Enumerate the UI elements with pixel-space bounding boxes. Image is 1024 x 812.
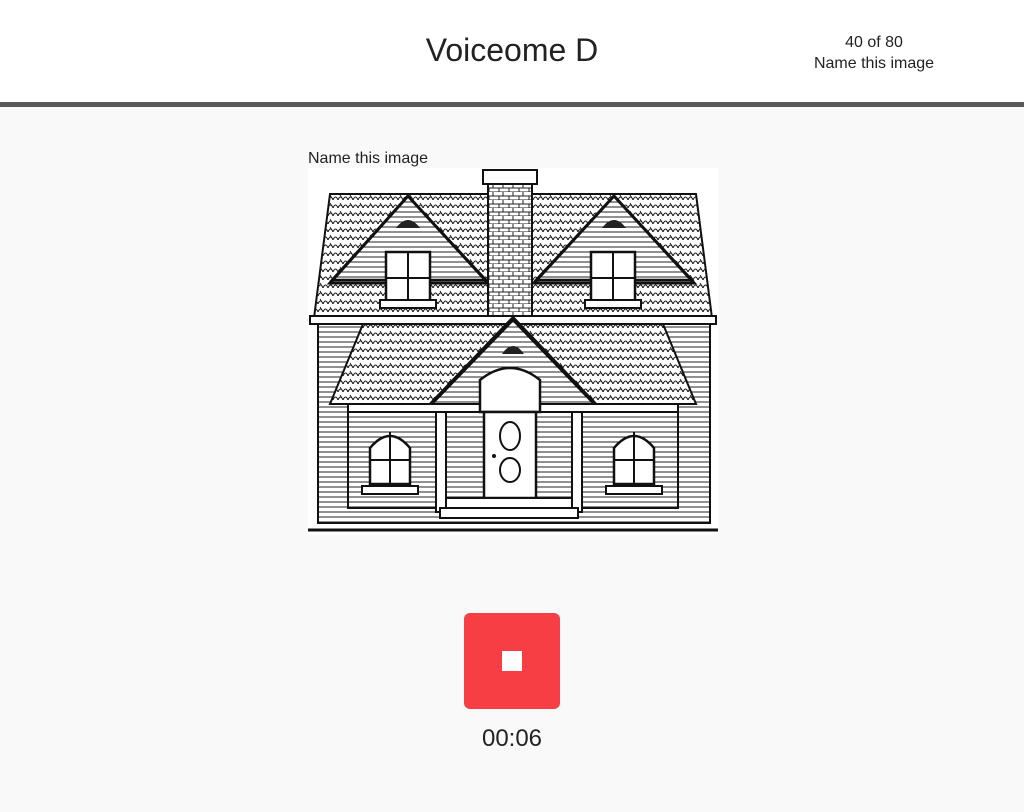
stop-recording-button[interactable] bbox=[464, 613, 560, 709]
task-name: Name this image bbox=[813, 55, 935, 72]
progress-indicator: 40 of 80 Name this image bbox=[794, 32, 954, 74]
app-header: Voiceome D 40 of 80 Name this image bbox=[0, 0, 1024, 107]
stimulus-image bbox=[308, 168, 718, 535]
prompt-label: Name this image bbox=[308, 150, 429, 167]
house-drawing-icon bbox=[308, 169, 718, 532]
recording-timer: 00:06 bbox=[481, 725, 543, 752]
stop-icon bbox=[502, 651, 522, 671]
progress-count: 40 of 80 bbox=[845, 34, 903, 51]
